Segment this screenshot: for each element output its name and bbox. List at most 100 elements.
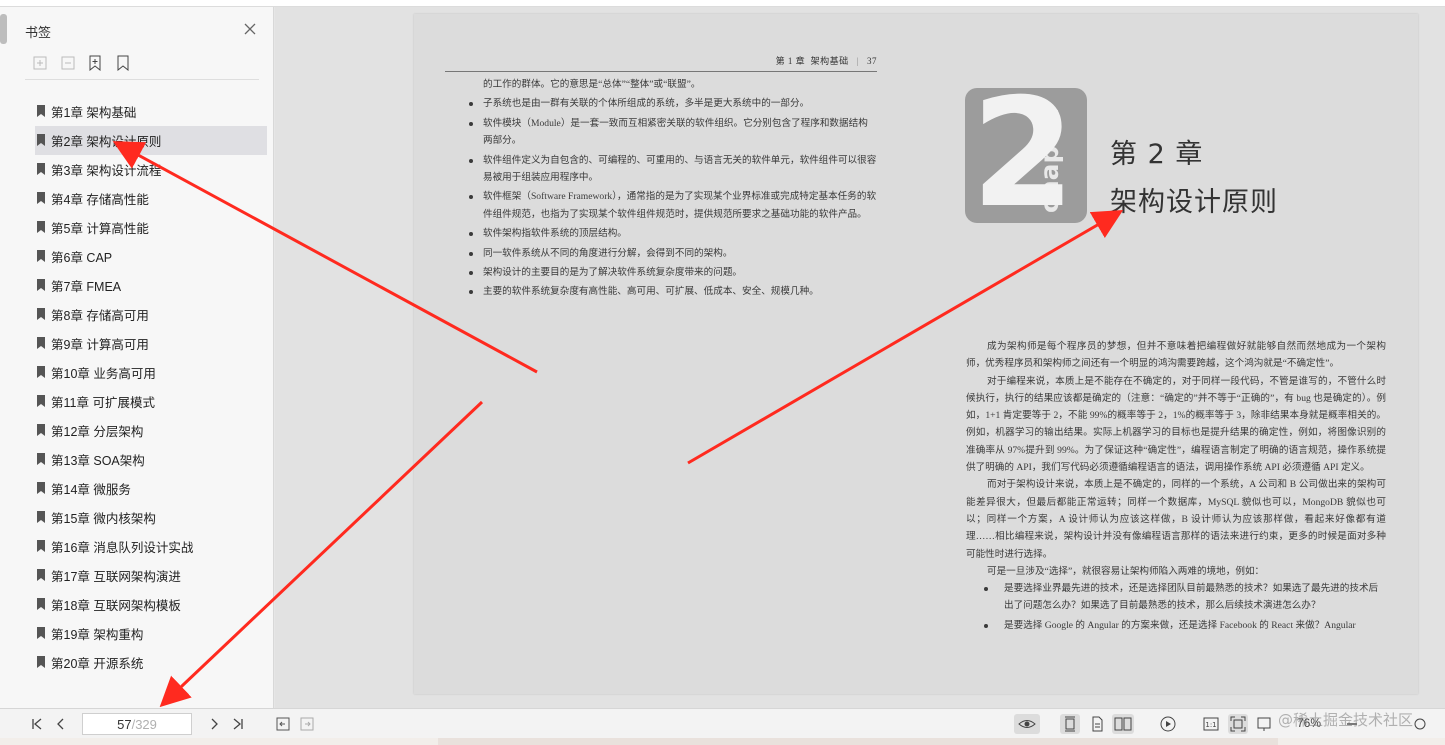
zoom-out-icon[interactable] xyxy=(1342,714,1362,734)
actual-size-icon[interactable]: 1:1 xyxy=(1201,714,1221,734)
running-head-page: 37 xyxy=(867,56,877,66)
single-page-icon[interactable] xyxy=(1060,714,1080,734)
bookmark-item[interactable]: 第13章 SOA架构 xyxy=(35,445,267,474)
bookmark-icon xyxy=(37,163,45,175)
two-page-icon[interactable] xyxy=(1112,714,1134,734)
svg-text:1:1: 1:1 xyxy=(1205,721,1216,729)
bookmark-item[interactable]: 第7章 FMEA xyxy=(35,271,267,300)
bookmark-icon xyxy=(37,221,45,233)
bookmark-icon xyxy=(37,424,45,436)
bookmark-item[interactable]: 第10章 业务高可用 xyxy=(35,358,267,387)
list-item: 软件架构指软件系统的顶层结构。 xyxy=(469,225,877,242)
bookmark-toolbar xyxy=(25,55,259,80)
sidebar-title: 书签 xyxy=(25,25,52,40)
list-item: 软件组件定义为自包含的、可编程的、可重用的、与语言无关的软件单元，软件组件可以很… xyxy=(469,152,877,187)
bookmark-item[interactable]: 第15章 微内核架构 xyxy=(35,503,267,532)
bookmark-item[interactable]: 第6章 CAP xyxy=(35,242,267,271)
bookmark-label: 第14章 微服务 xyxy=(51,483,131,497)
bookmark-item[interactable]: 第14章 微服务 xyxy=(35,474,267,503)
current-page: 57 xyxy=(117,716,132,732)
bookmark-item[interactable]: 第11章 可扩展模式 xyxy=(35,387,267,416)
bookmark-icon xyxy=(37,192,45,204)
bookmark-icon xyxy=(37,105,45,117)
bookmark-icon[interactable] xyxy=(115,55,131,73)
bookmark-label: 第9章 计算高可用 xyxy=(51,338,149,352)
bookmark-item[interactable]: 第18章 互联网架构模板 xyxy=(35,590,267,619)
bookmark-label: 第12章 分层架构 xyxy=(51,425,144,439)
list-item: 是要选择业界最先进的技术，还是选择团队目前最熟悉的技术？如果选了最先进的技术后出… xyxy=(984,580,1386,615)
bookmark-label: 第16章 消息队列设计实战 xyxy=(51,541,194,555)
bookmark-item[interactable]: 第20章 开源系统 xyxy=(35,648,267,677)
fit-width-icon[interactable] xyxy=(1254,714,1274,734)
paragraph: 可是一旦涉及“选择”，就很容易让架构师陷入两难的境地，例如： xyxy=(987,565,1265,577)
bookmark-item-active[interactable]: 第2章 架构设计原则 xyxy=(35,126,267,155)
bookmark-label: 第7章 FMEA xyxy=(51,280,122,294)
running-head: 第 1 章 架构基础 | 37 xyxy=(445,54,877,72)
paragraph: 而对于架构设计来说，本质上是不确定的，同样的一个系统，A 公司和 B 公司做出来… xyxy=(966,479,1386,560)
left-page: 第 1 章 架构基础 | 37 的工作的群体。它的意思是“总体”“整体”或“联盟”。… xyxy=(445,54,877,303)
bookmark-sidebar: 书签 第1章 架构基础 第2章 架构设计原则 第3章 架构设计流程 第4章 存储… xyxy=(0,7,274,708)
bookmark-label: 第2章 架构设计原则 xyxy=(51,135,162,149)
top-strip xyxy=(0,0,1445,7)
forward-icon[interactable] xyxy=(297,714,317,734)
bookmark-item[interactable]: 第4章 存储高性能 xyxy=(35,184,267,213)
play-icon[interactable] xyxy=(1158,714,1178,734)
page-number-input[interactable]: 57/329 xyxy=(82,713,192,735)
back-icon[interactable] xyxy=(273,714,293,734)
right-page-body: 成为架构师是每个程序员的梦想，但并不意味着把编程做好就能够自然而然地成为一个架构… xyxy=(966,338,1386,636)
bookmark-item[interactable]: 第3章 架构设计流程 xyxy=(35,155,267,184)
continuous-page-icon[interactable] xyxy=(1087,714,1107,734)
bookmark-icon xyxy=(37,337,45,349)
bookmark-icon xyxy=(37,453,45,465)
bookmark-icon xyxy=(37,134,45,146)
bookmark-item[interactable]: 第17章 互联网架构演进 xyxy=(35,561,267,590)
next-page-icon[interactable] xyxy=(204,714,224,734)
bookmark-icon xyxy=(37,627,45,639)
bookmark-label: 第6章 CAP xyxy=(51,251,113,265)
bookmark-icon xyxy=(37,656,45,668)
bookmark-label: 第13章 SOA架构 xyxy=(51,454,145,468)
bookmark-label: 第18章 互联网架构模板 xyxy=(51,599,181,613)
bookmark-label: 第11章 可扩展模式 xyxy=(51,396,155,410)
bookmark-item[interactable]: 第19章 架构重构 xyxy=(35,619,267,648)
running-head-chapter: 第 1 章 xyxy=(775,56,806,66)
sidebar-scrollbar[interactable] xyxy=(0,14,7,44)
chapter-number-label: 第 2 章 xyxy=(1110,139,1204,170)
bookmark-label: 第1章 架构基础 xyxy=(51,106,137,120)
bookmark-label: 第20章 开源系统 xyxy=(51,657,144,671)
list-item: 软件框架（Software Framework），通常指的是为了实现某个业界标准… xyxy=(469,188,877,223)
bookmark-item[interactable]: 第5章 计算高性能 xyxy=(35,213,267,242)
bookmark-item[interactable]: 第1章 架构基础 xyxy=(35,97,267,126)
expand-bookmarks-icon[interactable] xyxy=(32,55,48,73)
bookmark-icon xyxy=(37,279,45,291)
list-item: 软件模块（Module）是一套一致而互相紧密关联的软件组织。它分别包含了程序和数… xyxy=(469,115,877,150)
zoom-level[interactable]: 76% xyxy=(1297,716,1321,730)
bookmark-item[interactable]: 第9章 计算高可用 xyxy=(35,329,267,358)
bottom-toolbar: 57/329 1:1 76% xyxy=(0,708,1445,738)
bookmark-label: 第8章 存储高可用 xyxy=(51,309,149,323)
previous-page-icon[interactable] xyxy=(51,714,71,734)
bookmark-item[interactable]: 第8章 存储高可用 xyxy=(35,300,267,329)
collapse-bookmarks-icon[interactable] xyxy=(60,55,76,73)
bookmark-icon xyxy=(37,395,45,407)
eye-protection-icon[interactable] xyxy=(1014,714,1040,734)
list-item: 同一软件系统从不同的角度进行分解，会得到不同的架构。 xyxy=(469,245,877,262)
add-bookmark-icon[interactable] xyxy=(87,55,103,73)
chapter-badge: 2 chapter xyxy=(965,88,1087,223)
desktop-strip xyxy=(0,738,1445,745)
fit-page-icon[interactable] xyxy=(1228,714,1248,734)
bookmark-item[interactable]: 第16章 消息队列设计实战 xyxy=(35,532,267,561)
close-icon[interactable] xyxy=(241,21,259,39)
bookmark-icon xyxy=(37,482,45,494)
last-page-icon[interactable] xyxy=(228,714,248,734)
document-viewport[interactable]: 第 1 章 架构基础 | 37 的工作的群体。它的意思是“总体”“整体”或“联盟”。… xyxy=(275,7,1445,708)
list-item: 架构设计的主要目的是为了解决软件系统复杂度带来的问题。 xyxy=(469,264,877,281)
list-item: 是要选择 Google 的 Angular 的方案来做，还是选择 Faceboo… xyxy=(984,617,1386,634)
bookmark-icon xyxy=(37,308,45,320)
chapter-title: 架构设计原则 xyxy=(1110,187,1278,218)
list-item: 子系统也是由一群有关联的个体所组成的系统，多半是更大系统中的一部分。 xyxy=(469,95,877,112)
bookmark-item[interactable]: 第12章 分层架构 xyxy=(35,416,267,445)
zoom-in-icon[interactable] xyxy=(1410,714,1430,734)
total-pages: /329 xyxy=(131,716,157,732)
first-page-icon[interactable] xyxy=(27,714,47,734)
